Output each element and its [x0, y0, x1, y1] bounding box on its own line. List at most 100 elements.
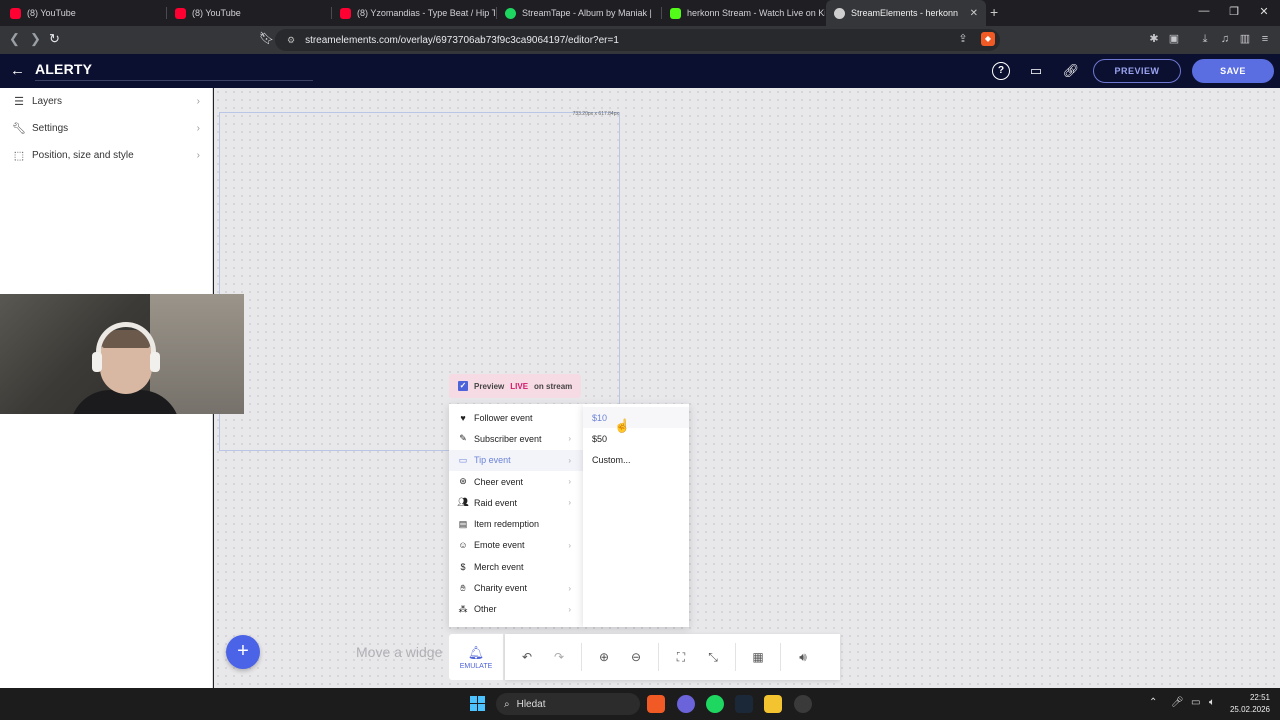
- volume-icon[interactable]: 🔊︎: [795, 650, 811, 665]
- preview-live-toggle[interactable]: ✓ Preview LIVE on stream: [449, 374, 581, 398]
- url-field[interactable]: ⚙ streamelements.com/overlay/6973706ab73…: [275, 29, 1000, 51]
- microphone-icon[interactable]: 🎤︎: [1171, 697, 1184, 708]
- menu-item-tip[interactable]: ▭ Tip event ›: [449, 449, 583, 471]
- youtube-icon: [340, 7, 351, 19]
- wallet-icon[interactable]: ▣: [1167, 32, 1181, 46]
- menu-item-label: Raid event: [474, 497, 518, 508]
- chevron-right-icon: ›: [568, 540, 571, 550]
- preview-button[interactable]: PREVIEW: [1093, 59, 1181, 83]
- grid-icon[interactable]: ▦: [750, 650, 766, 664]
- steam-icon[interactable]: [735, 695, 753, 713]
- spotify-icon: [505, 7, 516, 19]
- maximize-icon[interactable]: ❐: [1219, 5, 1249, 18]
- add-widget-button[interactable]: +: [226, 635, 260, 669]
- youtube-icon: [10, 7, 21, 19]
- link-icon[interactable]: 🔗︎: [1062, 62, 1080, 80]
- discord-icon[interactable]: [677, 695, 695, 713]
- sidebar-icon[interactable]: ▥: [1238, 32, 1252, 46]
- dollar-icon: $: [460, 561, 466, 572]
- editor-header: ← ALERTY ? ▭ 🔗︎ PREVIEW SAVE: [0, 54, 1280, 88]
- chevron-right-icon: ›: [568, 455, 571, 465]
- chevron-right-icon: ›: [568, 477, 571, 487]
- spotify-icon[interactable]: [706, 695, 724, 713]
- browser-tab-active[interactable]: StreamElements - herkonn ✕: [826, 0, 986, 26]
- sidebar-item-position[interactable]: ⬚ Position, size and style ›: [0, 142, 212, 169]
- tab-title: (8) Yzomandias - Type Beat / Hip Thr: [357, 8, 495, 18]
- shrink-icon[interactable]: ⤡: [705, 650, 721, 665]
- menu-item-other[interactable]: ⁂ Other ›: [449, 599, 583, 620]
- overlay-title[interactable]: ALERTY: [35, 61, 313, 81]
- redo-icon[interactable]: ↷: [551, 650, 567, 664]
- new-tab-icon[interactable]: +: [990, 4, 998, 20]
- browser-tab[interactable]: (8) YouTube: [167, 0, 330, 26]
- menu-item-charity[interactable]: ✋︎ Charity event ›: [449, 577, 583, 598]
- menu-item-follower[interactable]: ♥ Follower event: [449, 407, 583, 428]
- minimize-icon[interactable]: —: [1189, 5, 1219, 17]
- browser-tab[interactable]: (8) YouTube: [2, 0, 165, 26]
- back-arrow-icon[interactable]: ←: [10, 62, 25, 79]
- zoom-in-icon[interactable]: ⊕: [596, 650, 612, 664]
- windows-start-icon[interactable]: [470, 696, 485, 711]
- save-button[interactable]: SAVE: [1192, 59, 1274, 83]
- bookmark-icon[interactable]: 🔖︎: [259, 31, 274, 45]
- brave-shield-icon[interactable]: ◆: [981, 32, 995, 46]
- close-tab-icon[interactable]: ✕: [970, 8, 978, 19]
- clock-time: 22:51: [1249, 693, 1270, 702]
- zoom-out-icon[interactable]: ⊖: [628, 650, 644, 664]
- selection-icon: ⬚: [13, 150, 25, 162]
- menu-item-cheer[interactable]: ⊛ Cheer event ›: [449, 471, 583, 492]
- site-info-icon[interactable]: ⚙: [287, 35, 295, 46]
- fit-screen-icon[interactable]: ⛶: [673, 650, 689, 665]
- media-icon[interactable]: ♫: [1218, 32, 1232, 46]
- menu-item-raid[interactable]: 👥︎ Raid event ›: [449, 492, 583, 513]
- address-bar: ❮ ❯ ↻ 🔖︎ ⚙ streamelements.com/overlay/69…: [0, 26, 1280, 54]
- menu-item-merch[interactable]: $ Merch event: [449, 556, 583, 577]
- sidebar-item-settings[interactable]: 🔧︎ Settings ›: [0, 115, 212, 142]
- tray-chevron-up-icon[interactable]: ⌃: [1149, 697, 1157, 708]
- brave-icon[interactable]: [647, 695, 665, 713]
- settings-app-icon[interactable]: [794, 695, 812, 713]
- chevron-right-icon: ›: [196, 96, 200, 107]
- hand-cursor-icon: ☝: [614, 418, 631, 433]
- menu-item-item-redemption[interactable]: ▤ Item redemption: [449, 513, 583, 534]
- browser-tab[interactable]: StreamTape - Album by Maniak |: [497, 0, 660, 26]
- heart-icon: ♥: [460, 412, 466, 423]
- sidebar-item-layers[interactable]: ☰ Layers ›: [0, 88, 212, 115]
- taskbar-search[interactable]: ⌕ Hledat: [496, 693, 640, 715]
- tab-title: (8) YouTube: [192, 8, 241, 18]
- amount-option-custom[interactable]: Custom...: [583, 450, 689, 471]
- close-window-icon[interactable]: ✕: [1249, 5, 1279, 18]
- menu-item-label: Other: [474, 604, 497, 615]
- back-icon[interactable]: ❮: [9, 31, 20, 47]
- file-explorer-icon[interactable]: [764, 695, 782, 713]
- download-icon[interactable]: ⤓: [1198, 32, 1212, 46]
- menu-item-subscriber[interactable]: ✎ Subscriber event ›: [449, 428, 583, 449]
- clock-date: 25.02.2026: [1229, 705, 1270, 714]
- widget-bounding-box[interactable]: 733.20px x 617.84px: [219, 111, 620, 451]
- amount-option-50[interactable]: $50: [583, 428, 689, 449]
- editor-canvas[interactable]: 733.20px x 617.84px Move a widge +: [214, 88, 1280, 688]
- menu-icon[interactable]: ≡: [1258, 32, 1272, 46]
- checkbox-checked-icon[interactable]: ✓: [458, 381, 468, 391]
- chevron-right-icon: ›: [568, 434, 571, 444]
- layers-icon: ☰: [14, 96, 24, 108]
- amount-option-10[interactable]: $10: [583, 407, 689, 429]
- webcam-overlay: [0, 294, 244, 414]
- share-icon[interactable]: ⇪: [956, 32, 970, 46]
- monitor-icon[interactable]: ▭: [1027, 62, 1045, 80]
- tab-title: StreamTape - Album by Maniak |: [522, 8, 652, 18]
- help-icon[interactable]: ?: [992, 62, 1010, 80]
- display-icon[interactable]: ▭: [1191, 697, 1200, 708]
- emulate-button[interactable]: 🔔︎ EMULATE: [449, 634, 503, 680]
- extensions-icon[interactable]: ✱: [1147, 32, 1161, 46]
- menu-item-emote[interactable]: ☺ Emote event ›: [449, 535, 583, 556]
- reload-icon[interactable]: ↻: [49, 31, 60, 47]
- forward-icon[interactable]: ❯: [30, 31, 41, 47]
- sidebar-item-label: Position, size and style: [32, 150, 134, 161]
- browser-tab[interactable]: (8) Yzomandias - Type Beat / Hip Thr: [332, 0, 495, 26]
- taskbar-clock[interactable]: 22:51 25.02.2026: [1230, 692, 1270, 716]
- speaker-icon[interactable]: 🔈︎: [1209, 697, 1215, 708]
- undo-icon[interactable]: ↶: [519, 650, 535, 664]
- browser-tab[interactable]: herkonn Stream - Watch Live on Kick: [662, 0, 825, 26]
- menu-item-label: Charity event: [474, 583, 528, 594]
